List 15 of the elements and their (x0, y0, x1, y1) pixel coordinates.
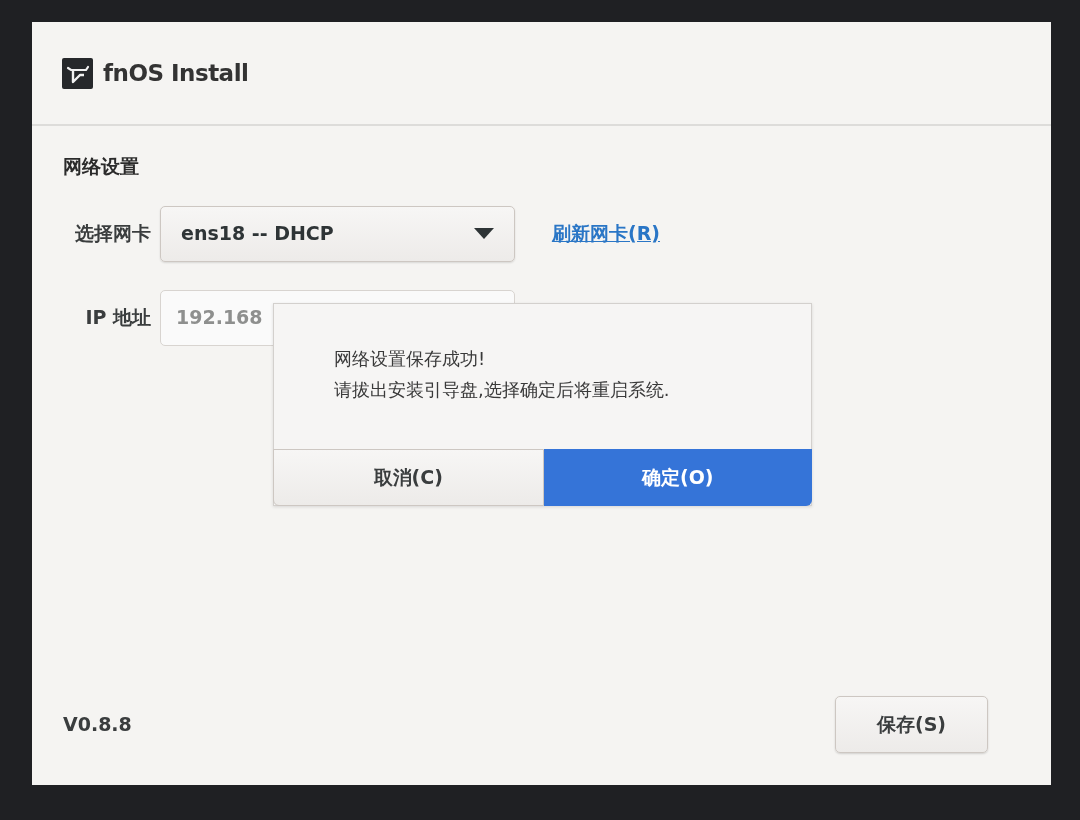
logo-icon (62, 57, 93, 89)
caret-icon (474, 228, 494, 239)
save-button[interactable]: 保存(S) (835, 696, 988, 753)
confirm-button[interactable]: 确定(O) (543, 449, 812, 506)
cancel-button[interactable]: 取消(C) (273, 449, 544, 506)
ip-address-value: 192.168 (176, 305, 263, 331)
field-label: IP 地址 (84, 305, 151, 331)
section-title: 网络设置 (63, 154, 139, 179)
version-label: V0.8.8 (63, 712, 132, 738)
network-card-dropdown[interactable]: ens18 -- DHCP (160, 205, 515, 262)
dialog-message: 网络设置保存成功! (334, 346, 486, 371)
field-label: 选择网卡 (74, 221, 151, 247)
dialog-message: 请拔出安装引导盘,选择确定后将重启系统. (334, 377, 670, 402)
refresh-link[interactable]: 刷新网卡(R) (552, 219, 660, 248)
window-title: fnOS Install (103, 58, 249, 88)
